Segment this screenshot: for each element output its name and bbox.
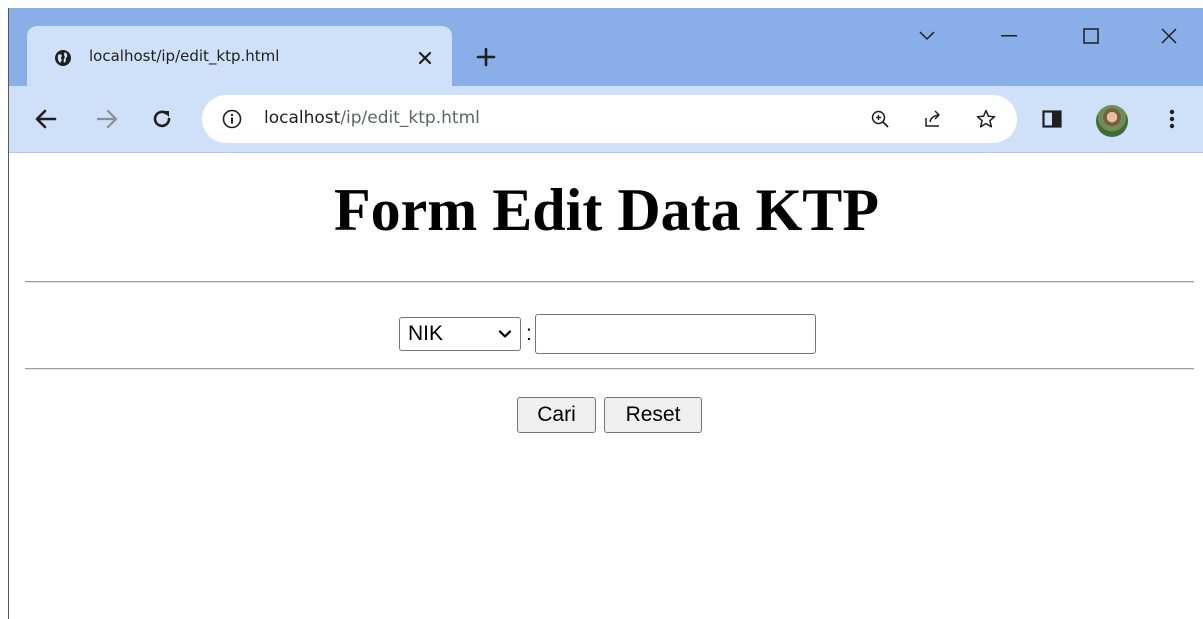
url-text[interactable]: localhost/ip/edit_ktp.html <box>264 108 480 128</box>
close-icon[interactable] <box>1151 22 1187 50</box>
page-content: Form Edit Data KTP NIK : Cari Reset <box>9 153 1203 619</box>
tab-strip: localhost/ip/edit_ktp.html <box>9 8 1203 86</box>
globe-icon <box>54 49 72 67</box>
action-buttons: Cari Reset <box>517 397 702 433</box>
search-input[interactable] <box>534 314 816 354</box>
new-tab-icon[interactable] <box>475 46 497 68</box>
star-icon[interactable] <box>975 108 997 130</box>
tab-title: localhost/ip/edit_ktp.html <box>89 47 280 65</box>
browser-toolbar: localhost/ip/edit_ktp.html <box>9 86 1203 153</box>
address-bar[interactable]: localhost/ip/edit_ktp.html <box>202 95 1017 143</box>
chevron-down-icon <box>498 330 512 338</box>
search-field-select[interactable]: NIK <box>399 317 521 351</box>
forward-icon[interactable] <box>92 104 122 134</box>
page-title: Form Edit Data KTP <box>334 177 879 243</box>
url-path: /ip/edit_ktp.html <box>340 108 480 128</box>
info-icon[interactable] <box>222 109 242 129</box>
search-button[interactable]: Cari <box>517 397 596 433</box>
search-form: NIK : <box>399 314 816 354</box>
zoom-icon[interactable] <box>869 108 891 130</box>
browser-window: localhost/ip/edit_ktp.html localhost/ip/… <box>8 8 1203 619</box>
divider-bottom <box>25 368 1194 370</box>
back-icon[interactable] <box>31 104 61 134</box>
maximize-icon[interactable] <box>1073 22 1109 50</box>
browser-tab[interactable]: localhost/ip/edit_ktp.html <box>27 26 452 86</box>
close-tab-icon[interactable] <box>415 48 435 68</box>
separator-colon: : <box>526 322 532 345</box>
avatar[interactable] <box>1096 105 1128 137</box>
share-icon[interactable] <box>922 108 944 130</box>
divider-top <box>25 281 1194 283</box>
menu-icon[interactable] <box>1157 104 1187 134</box>
reload-icon[interactable] <box>147 104 177 134</box>
reset-button[interactable]: Reset <box>604 397 702 433</box>
side-panel-icon[interactable] <box>1037 104 1067 134</box>
url-host: localhost <box>264 108 341 128</box>
chevron-down-icon[interactable] <box>909 22 945 50</box>
search-field-value: NIK <box>408 322 444 345</box>
minimize-icon[interactable] <box>991 22 1027 50</box>
